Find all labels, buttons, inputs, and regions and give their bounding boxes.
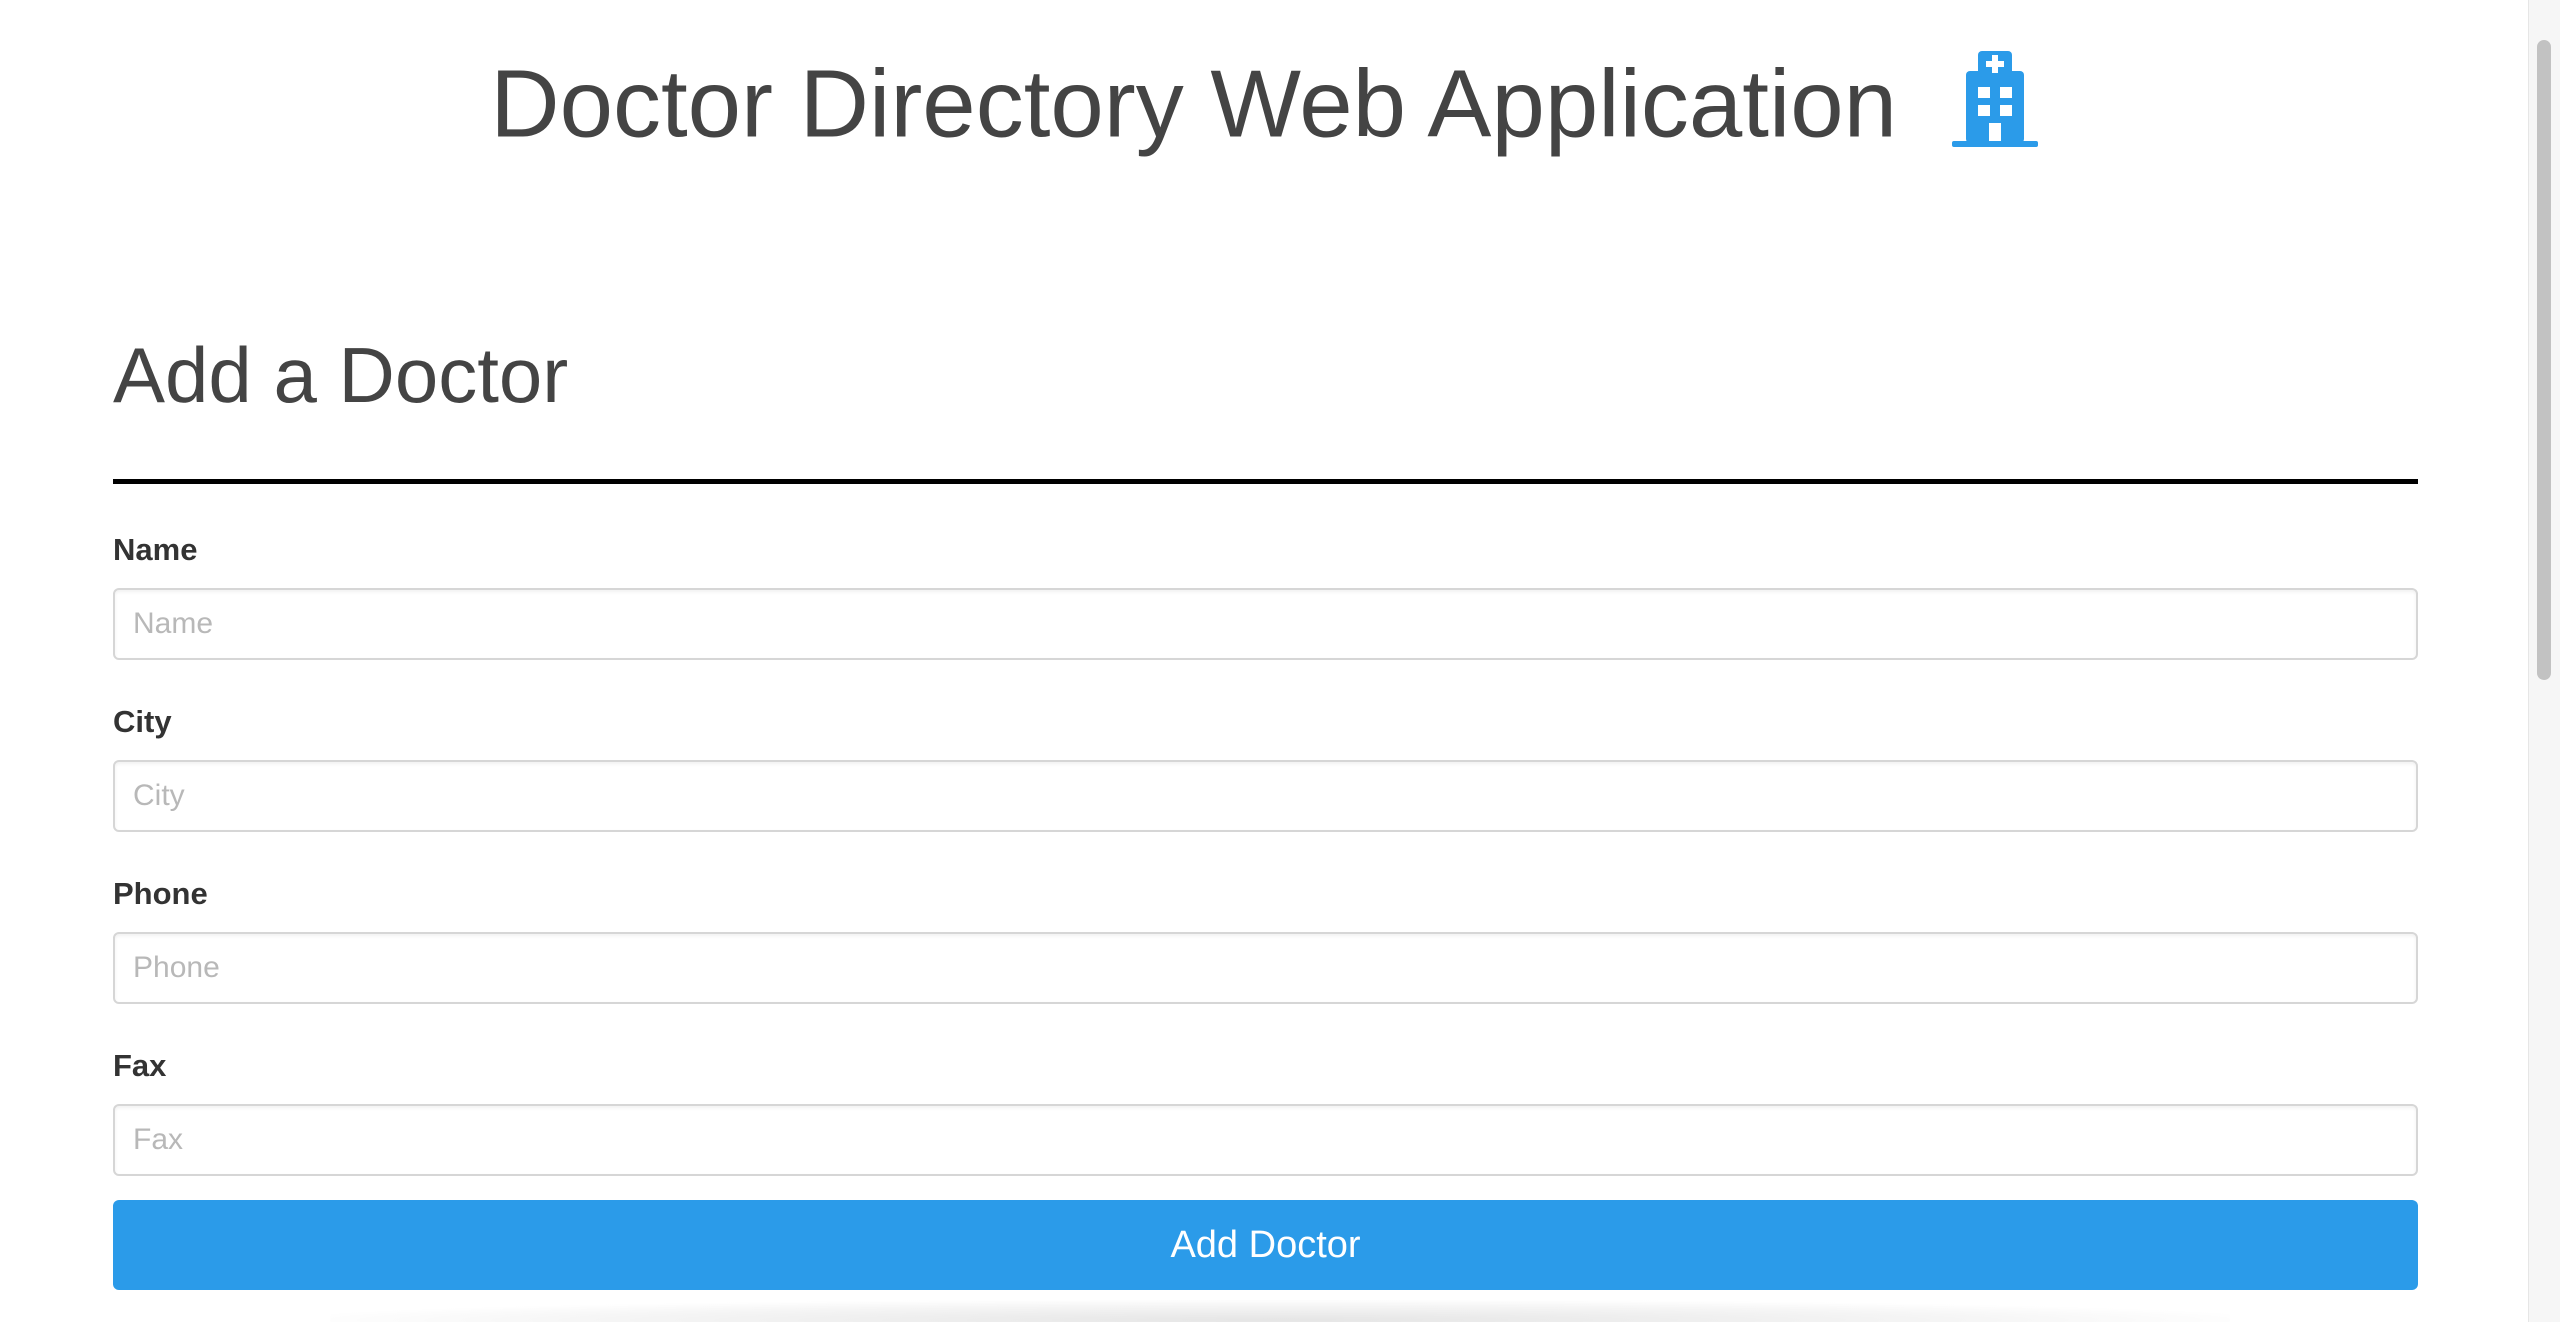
phone-input[interactable] [113, 932, 2418, 1004]
app-title: Doctor Directory Web Application [0, 38, 2528, 165]
main-content: Doctor Directory Web Application Add a D… [0, 0, 2528, 1322]
add-doctor-heading: Add a Doctor [113, 331, 569, 419]
section-divider [113, 479, 2418, 484]
scrollbar[interactable] [2528, 0, 2560, 1322]
name-label: Name [113, 532, 198, 567]
app-title-text: Doctor Directory Web Application [490, 50, 1898, 158]
scrollbar-thumb[interactable] [2537, 40, 2551, 680]
add-doctor-form: Name City Phone Fax Add Doctor [113, 530, 2418, 1290]
phone-label: Phone [113, 876, 208, 911]
city-input[interactable] [113, 760, 2418, 832]
hospital-icon [1951, 49, 2038, 149]
add-doctor-button[interactable]: Add Doctor [113, 1200, 2418, 1290]
fax-label: Fax [113, 1048, 167, 1083]
fax-input[interactable] [113, 1104, 2418, 1176]
name-input[interactable] [113, 588, 2418, 660]
city-label: City [113, 704, 172, 739]
card-shadow [330, 1300, 2230, 1322]
page: Doctor Directory Web Application Add a D… [0, 0, 2560, 1322]
